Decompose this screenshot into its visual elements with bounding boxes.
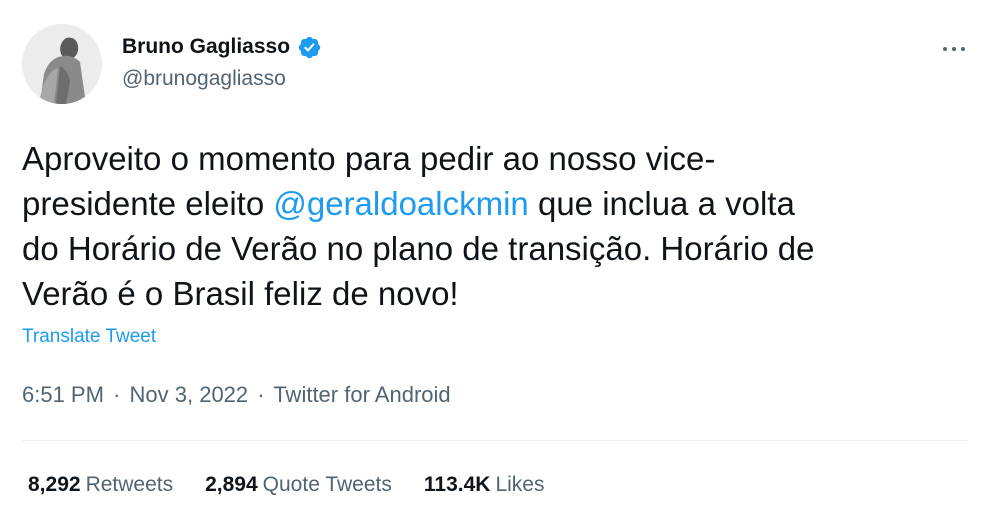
tweet-text: Aproveito o momento para pedir ao nosso … (22, 136, 982, 316)
user-handle[interactable]: @brunogagliasso (122, 67, 286, 91)
quote-tweets-count: 2,894 (205, 473, 258, 496)
mention-link[interactable]: @geraldoalckmin (273, 185, 528, 222)
tweet-text-segment: presidente eleito (22, 185, 274, 222)
more-options-icon[interactable] (936, 36, 972, 62)
divider (22, 440, 968, 441)
engagement-stats: 8,292 Retweets 2,894 Quote Tweets 113.4K Li… (28, 473, 576, 497)
more-dot (952, 47, 956, 51)
more-dot (943, 47, 947, 51)
tweet-text-segment: Aproveito o momento para pedir ao nosso … (22, 140, 716, 177)
more-dot (961, 47, 965, 51)
tweet-text-line: Aproveito o momento para pedir ao nosso … (22, 136, 982, 181)
avatar[interactable] (22, 24, 102, 104)
tweet-text-segment: do Horário de Verão no plano de transiçã… (22, 230, 815, 267)
retweets-stat[interactable]: 8,292 Retweets (28, 473, 173, 497)
tweet-text-line: do Horário de Verão no plano de transiçã… (22, 226, 982, 271)
profile-photo (22, 24, 102, 104)
tweet-text-line: presidente eleito @geraldoalckmin que in… (22, 181, 982, 226)
meta-separator: · (113, 382, 121, 407)
retweets-count: 8,292 (28, 473, 81, 496)
tweet-text-segment: que inclua a volta (528, 185, 795, 222)
tweet-meta: 6:51 PM · Nov 3, 2022 · Twitter for Andr… (22, 382, 451, 408)
meta-separator: · (257, 382, 265, 407)
quote-tweets-stat[interactable]: 2,894 Quote Tweets (205, 473, 392, 497)
display-name[interactable]: Bruno Gagliasso (122, 35, 290, 59)
tweet-text-segment: Verão é o Brasil feliz de novo! (22, 275, 459, 312)
likes-stat[interactable]: 113.4K Likes (424, 473, 545, 497)
quote-tweets-label: Quote Tweets (262, 473, 392, 496)
tweet-source[interactable]: Twitter for Android (273, 382, 450, 407)
tweet-text-line: Verão é o Brasil feliz de novo! (22, 271, 982, 316)
author-name-row: Bruno Gagliasso (122, 34, 322, 60)
tweet-card: Bruno Gagliasso @brunogagliasso Aproveit… (0, 0, 1000, 525)
translate-tweet-link[interactable]: Translate Tweet (22, 326, 156, 348)
verified-badge-icon (297, 35, 322, 60)
retweets-label: Retweets (85, 473, 174, 496)
likes-label: Likes (495, 473, 545, 496)
likes-count: 113.4K (423, 473, 491, 496)
tweet-date[interactable]: Nov 3, 2022 (130, 382, 249, 407)
tweet-time[interactable]: 6:51 PM (22, 382, 104, 407)
